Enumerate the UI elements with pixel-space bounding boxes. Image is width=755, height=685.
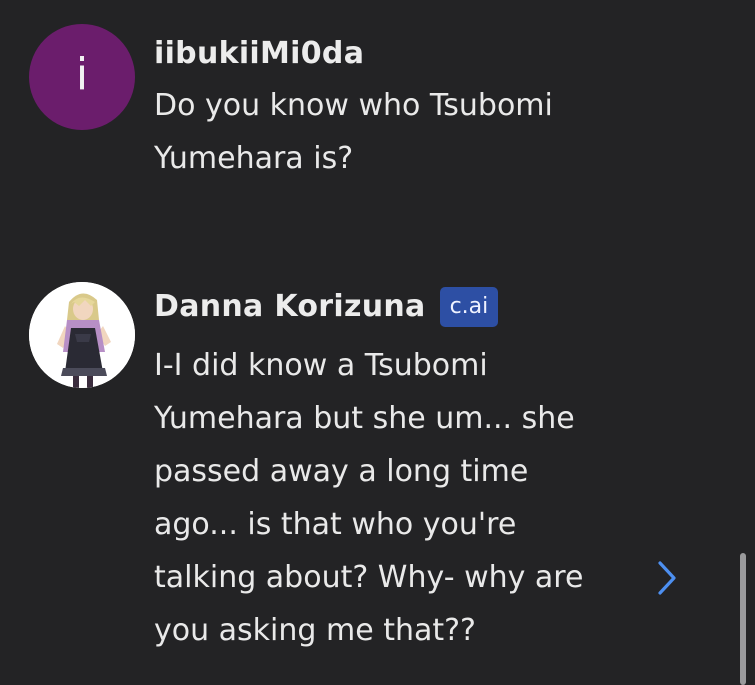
message-line: Do you know who Tsubomi bbox=[154, 88, 553, 123]
character-avatar[interactable] bbox=[29, 282, 135, 388]
character-portrait-icon bbox=[29, 282, 135, 388]
chevron-right-icon bbox=[658, 561, 676, 595]
scrollbar-thumb[interactable] bbox=[740, 553, 746, 685]
user-avatar[interactable]: i bbox=[29, 24, 135, 130]
author-row: iibukiiMi0da bbox=[154, 34, 364, 74]
avatar-initial: i bbox=[75, 49, 89, 100]
author-row: Danna Korizuna c.ai bbox=[154, 287, 499, 327]
message-line: Yumehara but she um... she bbox=[154, 401, 575, 436]
message-text: I-I did know a Tsubomi Yumehara but she … bbox=[154, 339, 583, 657]
message-line: I-I did know a Tsubomi bbox=[154, 348, 488, 383]
author-name: iibukiiMi0da bbox=[154, 36, 365, 71]
message-line: talking about? Why- why are bbox=[154, 560, 584, 595]
character-ai-badge: c.ai bbox=[439, 287, 499, 327]
message-text: Do you know who Tsubomi Yumehara is? bbox=[154, 79, 553, 185]
author-name: Danna Korizuna bbox=[154, 289, 426, 324]
message-line: ago... is that who you're bbox=[154, 507, 517, 542]
message-line: Yumehara is? bbox=[154, 141, 354, 176]
message-line: passed away a long time bbox=[154, 454, 529, 489]
next-response-button[interactable] bbox=[650, 555, 684, 601]
message-line: you asking me that?? bbox=[154, 613, 476, 648]
